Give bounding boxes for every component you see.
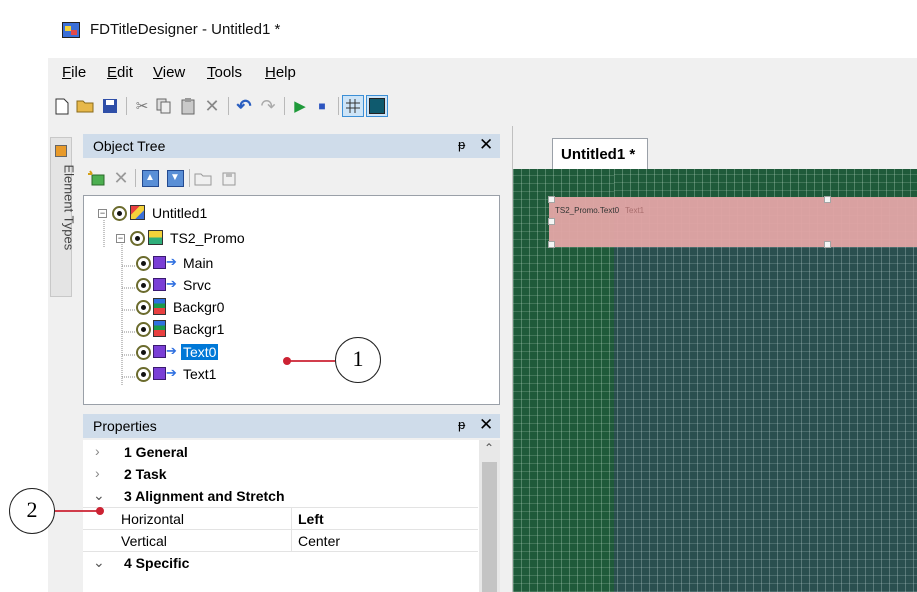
callout-lines: [55, 357, 335, 515]
callout-1: 1: [335, 337, 381, 383]
callout-2: 2: [9, 488, 55, 534]
